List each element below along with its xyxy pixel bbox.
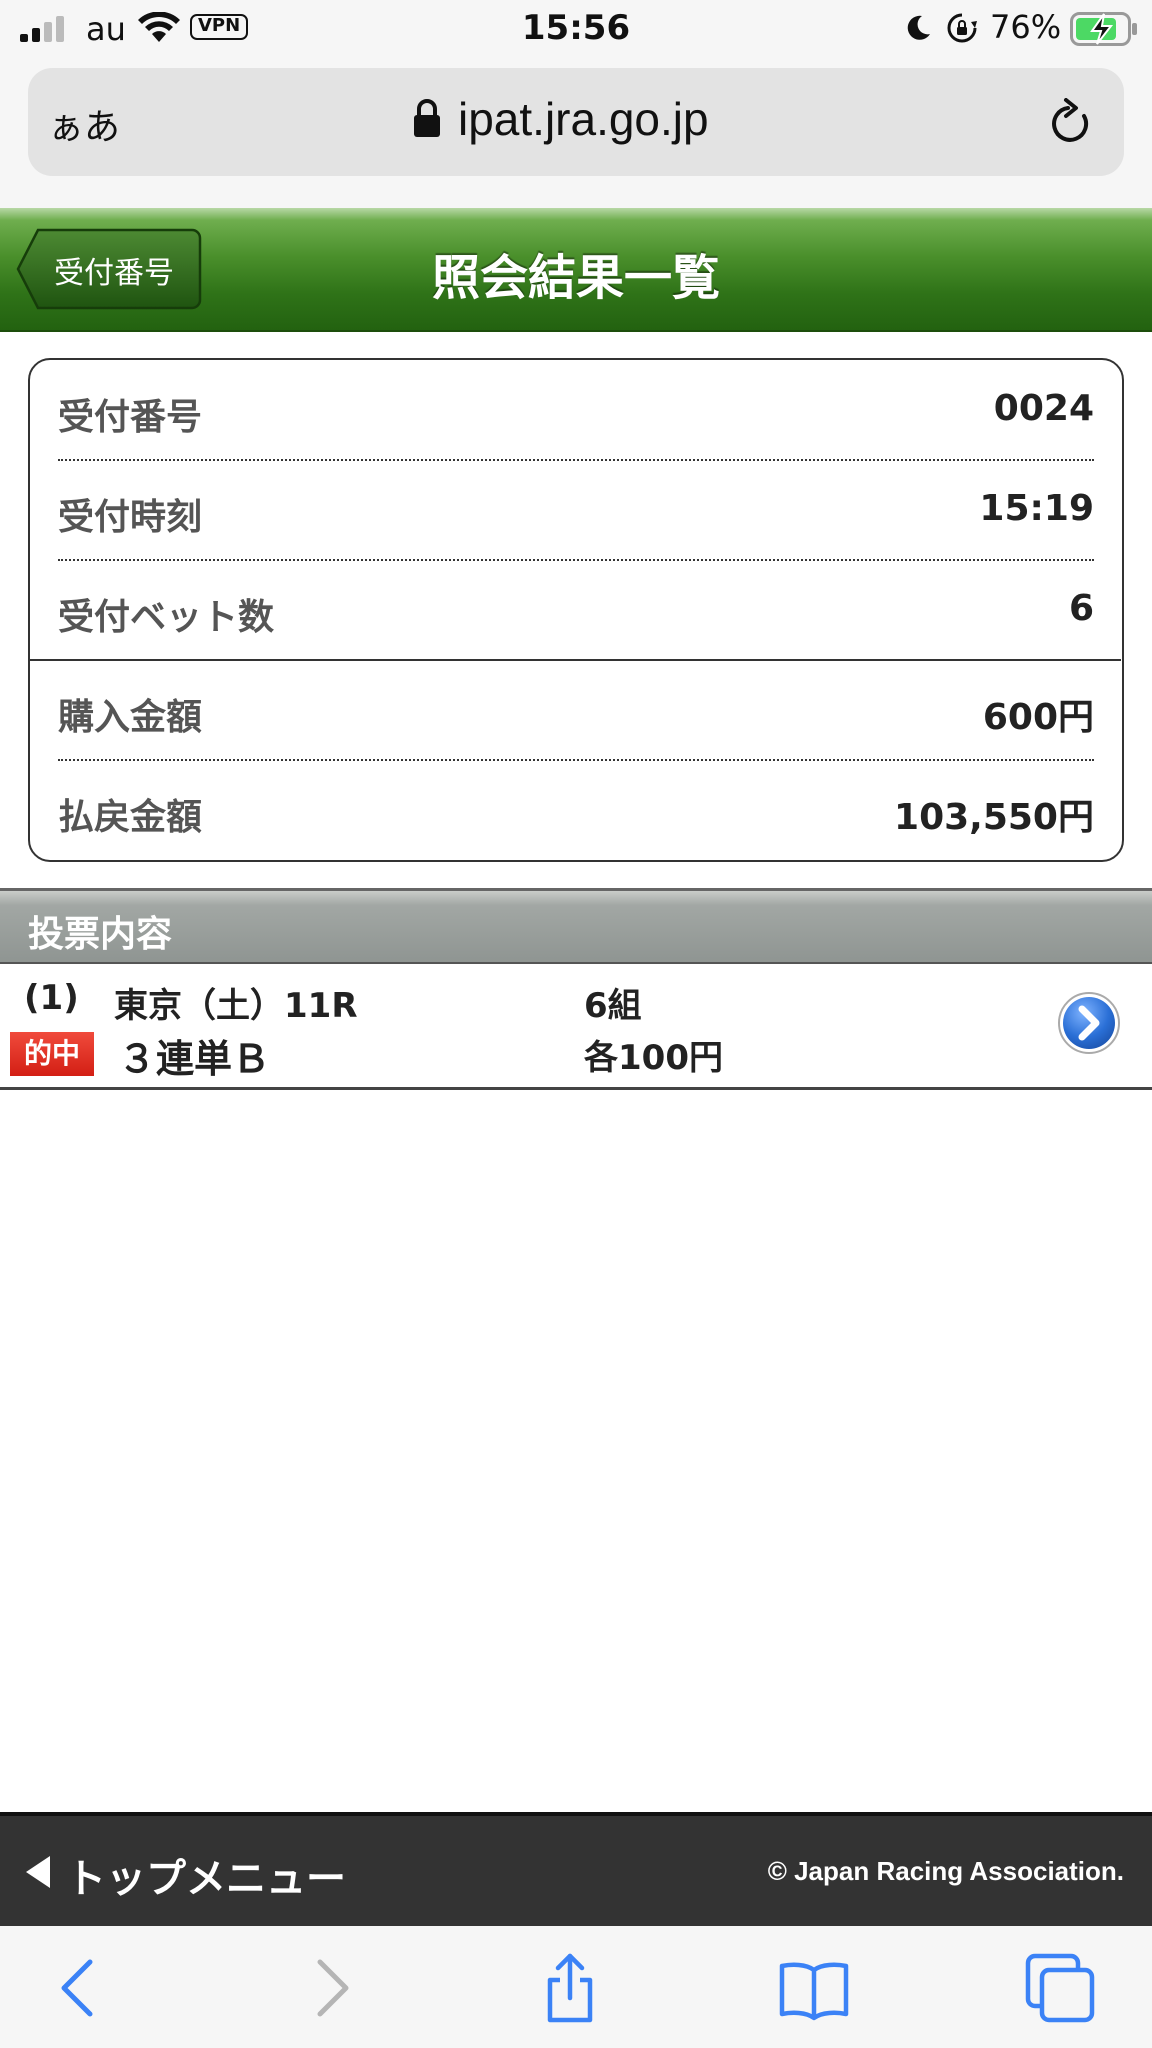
reload-icon[interactable] xyxy=(1048,98,1094,148)
summary-row-purchase-amount: 購入金額 600円 xyxy=(58,660,1094,760)
bet-list-item[interactable]: (1) 東京（土）11R 6組 的中 ３連単Ｂ 各100円 xyxy=(0,964,1152,1090)
top-menu-label: トップメニュー xyxy=(66,1856,346,1902)
summary-table: 受付番号 0024 受付時刻 15:19 受付ベット数 6 購入金額 600円 … xyxy=(28,358,1124,862)
url-domain[interactable]: ipat.jra.go.jp xyxy=(458,92,709,146)
bet-amount: 各100円 xyxy=(584,1038,723,1078)
forward-arrow-icon[interactable] xyxy=(294,1952,366,2024)
battery-percent: 76% xyxy=(990,8,1062,46)
rotation-lock-icon xyxy=(947,13,977,43)
share-icon[interactable] xyxy=(534,1952,606,2024)
page-title: 照会結果一覧 xyxy=(431,250,720,306)
triangle-left-icon xyxy=(26,1856,50,1888)
section-header-bet-contents: 投票内容 xyxy=(0,888,1152,964)
summary-row-receipt-number: 受付番号 0024 xyxy=(58,360,1094,460)
row-value: 103,550円 xyxy=(894,797,1094,838)
row-value: 600円 xyxy=(982,697,1094,738)
page-footer: トップメニュー © Japan Racing Association. xyxy=(0,1812,1152,1926)
address-bar[interactable]: ぁあ ipat.jra.go.jp xyxy=(28,68,1124,176)
browser-address-area: ぁあ ipat.jra.go.jp xyxy=(0,60,1152,208)
text-size-button[interactable]: ぁあ xyxy=(48,98,120,150)
page-header: 受付番号 照会結果一覧 xyxy=(0,208,1152,332)
bet-combinations: 6組 xyxy=(584,986,642,1026)
chevron-right-circle-icon[interactable] xyxy=(1056,990,1122,1056)
row-label: 受付ベット数 xyxy=(58,597,275,638)
summary-row-payout-amount: 払戻金額 103,550円 xyxy=(58,760,1094,860)
hit-badge: 的中 xyxy=(10,1032,94,1076)
bet-type: ３連単Ｂ xyxy=(118,1037,271,1081)
row-label: 払戻金額 xyxy=(58,797,203,838)
copyright: © Japan Racing Association. xyxy=(767,1856,1124,1886)
row-label: 受付時刻 xyxy=(58,497,203,538)
back-arrow-icon[interactable] xyxy=(44,1952,116,2024)
browser-toolbar xyxy=(0,1926,1152,2048)
do-not-disturb-moon-icon xyxy=(907,15,930,40)
row-label: 受付番号 xyxy=(58,397,203,438)
section-title: 投票内容 xyxy=(28,914,173,955)
status-bar: au VPN 15:56 76% xyxy=(0,0,1152,60)
row-value: 15:19 xyxy=(979,488,1094,529)
summary-row-bet-count: 受付ベット数 6 xyxy=(58,560,1094,660)
summary-row-receipt-time: 受付時刻 15:19 xyxy=(58,460,1094,560)
row-value: 0024 xyxy=(993,388,1094,429)
row-label: 購入金額 xyxy=(58,697,203,738)
lock-icon xyxy=(414,99,440,137)
battery-charging-icon xyxy=(1070,12,1137,46)
row-value: 6 xyxy=(1068,588,1094,629)
clock: 15:56 xyxy=(521,8,631,48)
bet-index: (1) xyxy=(24,978,79,1018)
bet-race: 東京（土）11R xyxy=(114,986,358,1026)
bookmarks-icon[interactable] xyxy=(778,1952,850,2024)
tabs-icon[interactable] xyxy=(1024,1952,1096,2024)
